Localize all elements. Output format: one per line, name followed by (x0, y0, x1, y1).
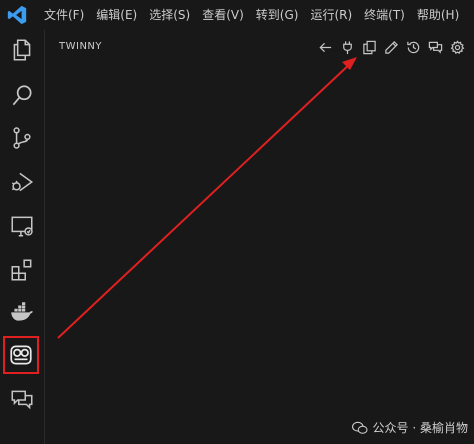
back-arrow-icon (318, 42, 331, 52)
activity-extensions[interactable] (0, 250, 44, 290)
menu-bar: 文件(F) 编辑(E) 选择(S) 查看(V) 转到(G) 运行(R) 终端(T… (38, 0, 465, 30)
menu-terminal[interactable]: 终端(T) (358, 0, 411, 30)
view-title: TWINNY (59, 41, 103, 52)
settings-gear-icon (450, 39, 464, 54)
search-icon (12, 85, 32, 106)
twinny-side-panel: TWINNY 公众号 · 桑榆肖物 (45, 30, 474, 444)
explorer-icon (13, 39, 31, 61)
run-debug-icon (11, 172, 34, 192)
history-icon (406, 41, 419, 53)
chat-icon (428, 41, 442, 54)
plug-button[interactable] (336, 37, 358, 57)
edit-button[interactable] (380, 37, 402, 57)
menu-help[interactable]: 帮助(H) (411, 0, 465, 30)
activity-source-control[interactable] (0, 118, 44, 158)
activity-explorer[interactable] (0, 30, 44, 70)
source-control-icon (13, 127, 31, 149)
twinny-icon (10, 345, 32, 365)
activity-docker[interactable] (0, 292, 44, 332)
menu-selection[interactable]: 选择(S) (143, 0, 196, 30)
activity-chat[interactable] (0, 380, 44, 420)
chat-button[interactable] (424, 37, 446, 57)
copy-icon (362, 40, 376, 54)
activity-twinny[interactable] (2, 335, 40, 375)
pencil-icon (384, 40, 398, 54)
activity-bar (0, 30, 45, 444)
settings-button[interactable] (446, 37, 468, 57)
activity-search[interactable] (0, 76, 44, 116)
copy-button[interactable] (358, 37, 380, 57)
plug-icon (342, 40, 352, 54)
chat-icon (11, 390, 33, 410)
docker-icon (11, 302, 33, 321)
menu-file[interactable]: 文件(F) (38, 0, 90, 30)
menu-edit[interactable]: 编辑(E) (90, 0, 143, 30)
history-button[interactable] (402, 37, 424, 57)
menu-go[interactable]: 转到(G) (250, 0, 305, 30)
watermark-text: 公众号 · 桑榆肖物 (372, 421, 468, 435)
activity-remote-explorer[interactable] (0, 206, 44, 246)
remote-explorer-icon (11, 216, 33, 237)
menu-view[interactable]: 查看(V) (196, 0, 250, 30)
extensions-icon (11, 259, 32, 281)
back-button[interactable] (314, 37, 336, 57)
title-bar: 文件(F) 编辑(E) 选择(S) 查看(V) 转到(G) 运行(R) 终端(T… (0, 0, 474, 30)
vscode-logo-icon[interactable] (6, 4, 28, 26)
view-toolbar (314, 37, 468, 57)
menu-run[interactable]: 运行(R) (304, 0, 358, 30)
wechat-icon (351, 421, 368, 434)
activity-run-debug[interactable] (0, 162, 44, 202)
watermark: 公众号 · 桑榆肖物 (351, 419, 468, 436)
